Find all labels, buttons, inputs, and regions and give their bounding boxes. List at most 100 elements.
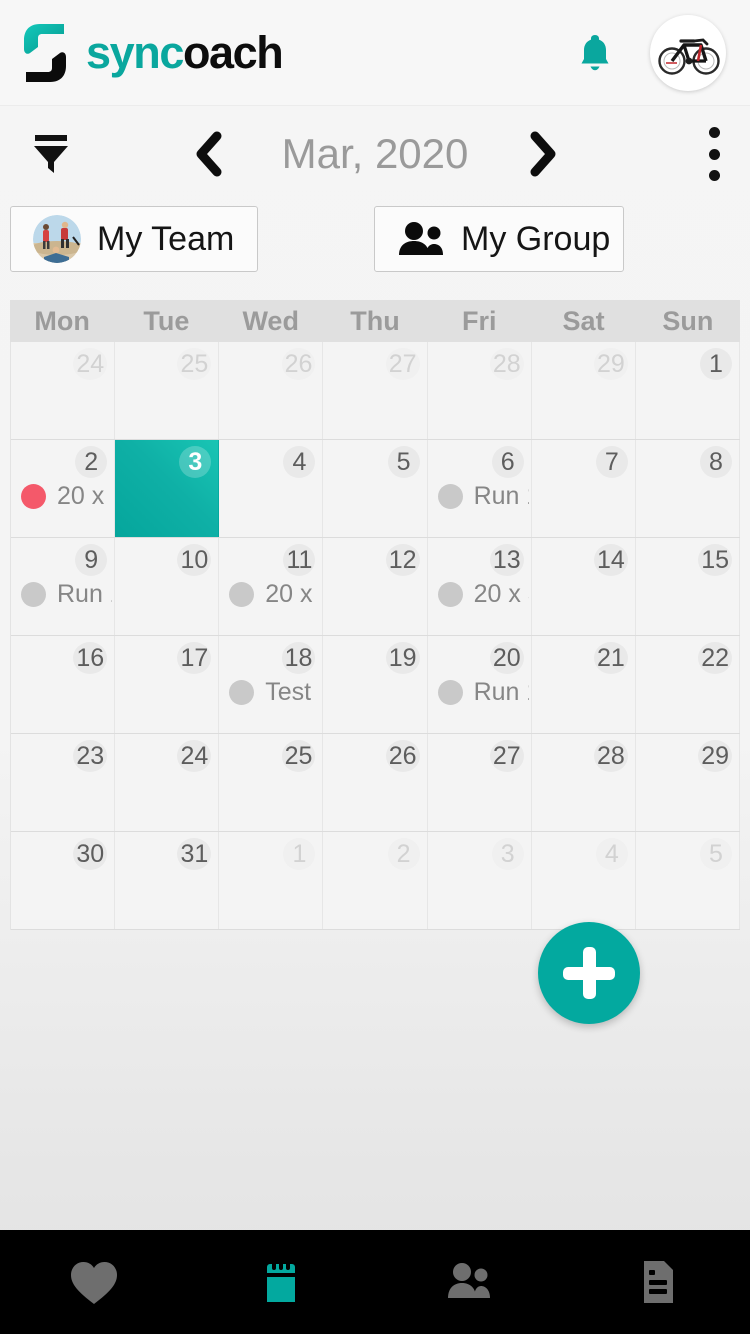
calendar-event[interactable]: Run 1 (21, 580, 112, 609)
calendar-day-cell[interactable]: 13 20 x 3 (427, 538, 532, 635)
calendar-day-cell[interactable]: 4 (219, 440, 324, 537)
calendar-day-cell[interactable]: 15 (635, 538, 740, 635)
calendar-event[interactable]: 20 x 3 (229, 580, 320, 609)
calendar-weeks: 2425262728291220 x 33456Run 1789Run 1101… (10, 342, 740, 930)
day-number: 8 (700, 446, 732, 478)
calendar-day-cell[interactable]: 16 (11, 636, 116, 733)
day-number: 6 (491, 446, 524, 478)
calendar-day-cell[interactable]: 23 (11, 734, 116, 831)
calendar-day-cell[interactable]: 26 (323, 734, 428, 831)
document-icon (644, 1261, 674, 1303)
brand-logo: syncoach (22, 22, 284, 84)
calendar-day-cell[interactable]: 29 (635, 734, 740, 831)
heart-icon (70, 1262, 117, 1304)
calendar-day-cell[interactable]: 26 (219, 342, 324, 439)
calendar-day-cell[interactable]: 25 (219, 734, 324, 831)
calendar-day-cell[interactable]: 17 (115, 636, 220, 733)
calendar-day-cell[interactable]: 14 (531, 538, 636, 635)
day-number: 2 (387, 838, 420, 870)
calendar-day-cell[interactable]: 10 (115, 538, 220, 635)
calendar-day-cell[interactable]: 2 (323, 832, 428, 929)
calendar-day-cell[interactable]: 2 20 x 3 (11, 440, 116, 537)
calendar-day-cell[interactable]: 24 (115, 734, 220, 831)
bottom-navigation (0, 1230, 750, 1334)
calendar-day-cell[interactable]: 11 20 x 3 (219, 538, 324, 635)
calendar-event[interactable]: Run 1 (437, 482, 529, 511)
nav-item-calendar[interactable] (188, 1230, 376, 1334)
calendar-day-cell[interactable]: 1 (635, 342, 740, 439)
event-title: Run 1 (57, 580, 112, 608)
day-number: 26 (281, 348, 316, 380)
previous-month-button[interactable] (190, 131, 226, 177)
calendar-day-cell[interactable]: 3 (427, 832, 532, 929)
day-number: 12 (385, 544, 420, 576)
nav-item-documents[interactable] (563, 1230, 750, 1334)
calendar-day-cell[interactable]: 20 Run 1 (427, 636, 532, 733)
day-number: 4 (595, 838, 628, 870)
calendar-day-cell[interactable]: 27 (323, 342, 428, 439)
calendar-day-cell[interactable]: 18 Test (219, 636, 324, 733)
day-number: 9 (75, 544, 108, 576)
calendar-day-cell[interactable]: 22 (635, 636, 740, 733)
calendar-day-cell[interactable]: 5 (635, 832, 740, 929)
event-title: 20 x 3 (265, 580, 320, 608)
day-number: 15 (698, 544, 732, 576)
weekday-sun: Sun (662, 305, 714, 336)
calendar-event[interactable]: 20 x 3 (437, 580, 529, 609)
calendar-day-cell[interactable]: 28 (531, 734, 636, 831)
nav-item-health[interactable] (0, 1230, 188, 1334)
event-dot-icon (437, 484, 463, 509)
calendar-day-cell[interactable]: 5 (323, 440, 428, 537)
day-number: 22 (698, 642, 732, 674)
calendar-day-cell[interactable]: 6 Run 1 (427, 440, 532, 537)
brand-wordmark: syncoach (86, 30, 284, 75)
filter-button[interactable] (28, 130, 74, 178)
filter-icon (34, 135, 68, 173)
month-toolbar: Mar, 2020 (0, 106, 750, 202)
nav-item-group[interactable] (375, 1230, 563, 1334)
calendar-event[interactable]: Test (229, 678, 320, 707)
calendar-day-cell[interactable]: 24 (11, 342, 116, 439)
weekday-sat: Sat (562, 305, 605, 336)
calendar-day-cell[interactable]: 19 (323, 636, 428, 733)
day-number: 19 (385, 642, 420, 674)
overflow-menu-button[interactable] (708, 127, 720, 181)
weekday-wed: Wed (242, 305, 299, 336)
add-event-button[interactable] (538, 922, 640, 1024)
day-number: 4 (283, 446, 316, 478)
event-dot-icon (21, 582, 46, 607)
notifications-button[interactable] (578, 33, 612, 73)
day-number: 13 (489, 544, 524, 576)
calendar-week-row: 30 31 1 2 3 4 5 (11, 832, 740, 930)
chevron-right-icon (530, 131, 556, 177)
calendar-day-cell[interactable]: 12 (323, 538, 428, 635)
calendar-day-cell[interactable]: 21 (531, 636, 636, 733)
my-group-button[interactable]: My Group (374, 206, 624, 272)
calendar-day-cell[interactable]: 7 (531, 440, 636, 537)
calendar-day-cell[interactable]: 1 (219, 832, 324, 929)
calendar-day-cell[interactable]: 8 (635, 440, 740, 537)
chevron-left-icon (196, 131, 222, 177)
user-avatar[interactable] (650, 14, 726, 91)
calendar-day-cell[interactable]: 9 Run 1 (11, 538, 116, 635)
calendar-day-cell[interactable]: 4 (531, 832, 636, 929)
calendar-day-cell[interactable]: 3 (115, 440, 220, 537)
calendar-day-cell[interactable]: 28 (427, 342, 532, 439)
more-vertical-icon-dot (708, 170, 720, 181)
calendar-day-cell[interactable]: 25 (115, 342, 220, 439)
calendar-day-cell[interactable]: 29 (531, 342, 636, 439)
month-title: Mar, 2020 (281, 130, 469, 177)
day-number: 1 (283, 838, 316, 870)
next-month-button[interactable] (524, 131, 560, 177)
my-team-button[interactable]: My Team (10, 206, 258, 272)
day-number: 28 (594, 740, 628, 772)
calendar-day-cell[interactable]: 31 (115, 832, 220, 929)
event-title: Test (265, 678, 312, 706)
event-dot-icon (437, 680, 463, 705)
calendar-day-cell[interactable]: 27 (427, 734, 532, 831)
people-icon (447, 1263, 490, 1298)
calendar-day-cell[interactable]: 30 (11, 832, 116, 929)
day-number: 27 (489, 740, 524, 772)
calendar-event[interactable]: Run 1 (437, 678, 529, 707)
calendar-event[interactable]: 20 x 3 (21, 482, 112, 511)
